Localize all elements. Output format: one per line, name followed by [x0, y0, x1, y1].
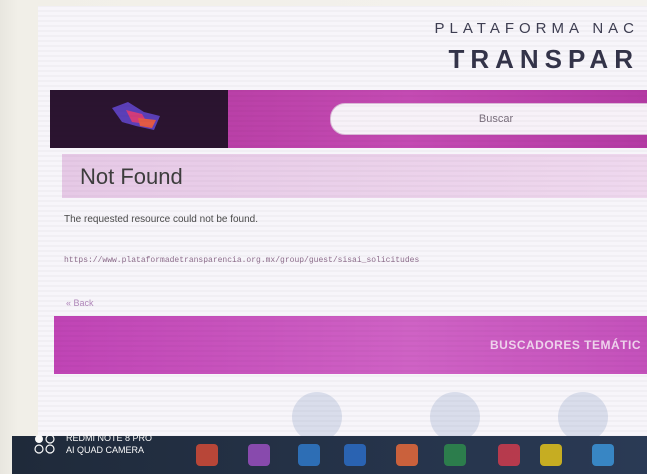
- error-message: The requested resource could not be foun…: [64, 214, 259, 225]
- logo-icon: [112, 102, 160, 130]
- search-input[interactable]: Buscar: [330, 103, 647, 135]
- excel-icon[interactable]: [444, 444, 466, 466]
- edge-icon[interactable]: [592, 444, 614, 466]
- topic-icon-1[interactable]: [292, 392, 342, 442]
- error-title-bar: Not Found: [62, 154, 647, 198]
- browser-viewport: PLATAFORMA NAC TRANSPAR Buscar Not Found…: [38, 6, 647, 442]
- brand-line-1: PLATAFORMA NAC: [434, 20, 639, 37]
- banner-label[interactable]: BUSCADORES TEMÁTIC: [490, 338, 641, 352]
- camera-lens-icon: [34, 434, 55, 454]
- topic-icon-3[interactable]: [558, 392, 608, 442]
- outlook-icon[interactable]: [298, 444, 320, 466]
- onenote-icon[interactable]: [248, 444, 270, 466]
- browser-icon[interactable]: [396, 444, 418, 466]
- word-icon[interactable]: [344, 444, 366, 466]
- topic-search-banner: BUSCADORES TEMÁTIC: [54, 316, 647, 374]
- requested-url: https://www.plataformadetransparencia.or…: [64, 256, 420, 265]
- watermark-line-2: AI QUAD CAMERA: [66, 445, 145, 455]
- monitor-frame: PLATAFORMA NAC TRANSPAR Buscar Not Found…: [0, 0, 647, 474]
- back-link[interactable]: « Back: [66, 298, 94, 308]
- powerpoint-icon[interactable]: [196, 444, 218, 466]
- logo-container[interactable]: [50, 90, 228, 148]
- app-icon[interactable]: [498, 444, 520, 466]
- topic-icon-2[interactable]: [430, 392, 480, 442]
- watermark-line-1: REDMI NOTE 8 PRO: [66, 433, 153, 443]
- page-title: Not Found: [80, 164, 183, 189]
- nav-bar: Buscar: [50, 90, 647, 148]
- winzip-icon[interactable]: [540, 444, 562, 466]
- brand-line-2: TRANSPAR: [448, 44, 639, 74]
